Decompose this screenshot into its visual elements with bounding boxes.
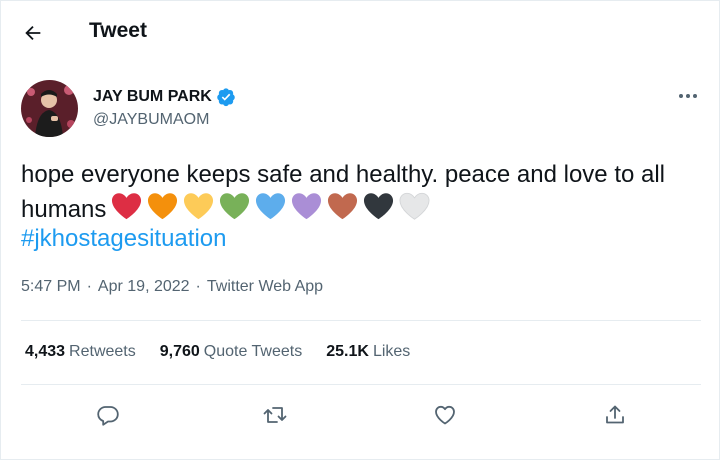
action-bar: [1, 397, 720, 433]
heart-emoji-icon: [220, 193, 250, 220]
author-name-text: JAY BUM PARK: [93, 88, 212, 105]
likes-label: Likes: [372, 343, 411, 360]
tweet-time[interactable]: 5:47 PM: [21, 278, 81, 295]
more-icon: [679, 94, 697, 98]
tweet-text: hope everyone keeps safe and healthy. pe…: [21, 158, 711, 226]
reply-button[interactable]: [90, 397, 126, 433]
tweet-source[interactable]: Twitter Web App: [207, 278, 323, 295]
likes-stat[interactable]: 25.1K Likes: [326, 343, 410, 361]
retweets-stat[interactable]: 4,433 Retweets: [25, 343, 136, 361]
page-header: Tweet: [1, 1, 720, 65]
heart-emoji-icon: [256, 193, 286, 220]
author-handle[interactable]: @JAYBUMAOM: [93, 111, 209, 129]
quote-tweets-count: 9,760: [159, 343, 200, 360]
heart-emoji-icon: [399, 192, 430, 220]
retweets-count: 4,433: [25, 343, 66, 360]
divider: [21, 384, 701, 385]
divider: [21, 320, 701, 321]
heart-emoji-icon: [184, 193, 214, 220]
heart-emoji-icon: [112, 193, 142, 220]
author-name[interactable]: JAY BUM PARK: [93, 87, 236, 107]
heart-emoji-row: [110, 191, 431, 221]
tweet-meta: 5:47 PM · Apr 19, 2022 · Twitter Web App: [21, 278, 323, 296]
likes-count: 25.1K: [326, 343, 369, 360]
tweet-date[interactable]: Apr 19, 2022: [98, 278, 190, 295]
page-title: Tweet: [89, 19, 147, 42]
like-button[interactable]: [427, 397, 463, 433]
share-button[interactable]: [597, 397, 633, 433]
retweet-icon: [263, 407, 287, 423]
avatar[interactable]: [21, 80, 78, 137]
retweet-button[interactable]: [257, 397, 293, 433]
quote-tweets-stat[interactable]: 9,760 Quote Tweets: [160, 343, 302, 361]
like-icon: [435, 405, 455, 425]
heart-emoji-icon: [364, 193, 394, 220]
heart-emoji-icon: [328, 193, 358, 220]
retweets-label: Retweets: [69, 343, 136, 360]
tweet-stats: 4,433 Retweets 9,760 Quote Tweets 25.1K Lik…: [25, 343, 434, 361]
tweet-page: Tweet JAY BUM PARK @JAYBUMAOM hope every…: [0, 0, 720, 460]
meta-separator: ·: [195, 278, 201, 295]
more-options-button[interactable]: [671, 83, 705, 109]
share-icon: [606, 405, 624, 424]
heart-emoji-icon: [292, 193, 322, 220]
reply-icon: [97, 406, 119, 426]
verified-badge-icon: [217, 88, 235, 107]
heart-emoji-icon: [148, 193, 178, 220]
back-arrow-icon: [25, 25, 41, 41]
back-button[interactable]: [15, 15, 51, 51]
hashtag-link[interactable]: #jkhostagesituation: [21, 225, 226, 253]
quote-tweets-label: Quote Tweets: [203, 343, 303, 360]
meta-separator: ·: [86, 278, 92, 295]
